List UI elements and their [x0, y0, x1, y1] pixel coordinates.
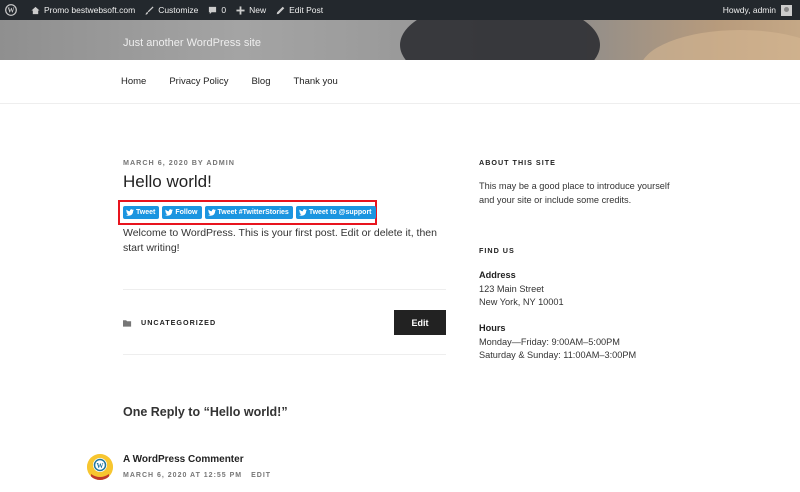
- edit-post-link[interactable]: Edit Post: [271, 0, 328, 20]
- new-label: New: [249, 5, 267, 15]
- comment-author[interactable]: A WordPress Commenter: [123, 454, 244, 465]
- post-by-label: BY: [191, 158, 204, 167]
- divider: [123, 354, 446, 355]
- admin-site-name[interactable]: Promo bestwebsoft.com: [26, 0, 140, 20]
- post-date[interactable]: MARCH 6, 2020: [123, 158, 189, 167]
- tweet-hashtag-button[interactable]: Tweet #TwitterStories: [204, 206, 293, 219]
- address-heading: Address: [479, 270, 516, 280]
- comment-date[interactable]: MARCH 6, 2020 AT 12:55 PM: [123, 472, 242, 479]
- customize-link[interactable]: Customize: [140, 0, 203, 20]
- pencil-icon: [276, 6, 285, 14]
- tweet-to-button[interactable]: Tweet to @support: [295, 206, 376, 219]
- comment-bubble-icon: [209, 6, 217, 14]
- site-tagline: Just another WordPress site: [123, 37, 261, 49]
- site-name-label: Promo bestwebsoft.com: [44, 5, 136, 15]
- follow-label: Follow: [175, 209, 198, 216]
- nav-item-home[interactable]: Home: [121, 76, 146, 87]
- svg-text:W: W: [8, 7, 15, 15]
- home-icon: [31, 6, 40, 14]
- wapuu-icon: W: [87, 454, 113, 480]
- hours-heading: Hours: [479, 323, 506, 333]
- nav-item-thank-you[interactable]: Thank you: [293, 76, 337, 87]
- header-decor-dark: [400, 20, 600, 60]
- tweet-hashtag-label: Tweet #TwitterStories: [217, 209, 289, 216]
- plus-icon: [236, 5, 245, 15]
- twitter-bird-icon: [207, 209, 216, 216]
- twitter-bird-icon: [126, 209, 134, 216]
- commenter-avatar: W: [87, 454, 113, 480]
- comments-link[interactable]: 0: [203, 0, 231, 20]
- admin-bar: W Promo bestwebsoft.com Customize 0 New …: [0, 0, 800, 20]
- post-title: Hello world!: [123, 172, 212, 191]
- howdy-label: Howdy, admin: [722, 5, 776, 15]
- twitter-bird-icon: [298, 209, 307, 216]
- header-decor-light: [640, 30, 800, 60]
- comment-meta: MARCH 6, 2020 AT 12:55 PM EDIT: [123, 472, 271, 479]
- find-us-widget-title: FIND US: [479, 246, 515, 255]
- wordpress-logo-button[interactable]: W: [0, 0, 26, 20]
- comments-title: One Reply to “Hello world!”: [123, 405, 288, 419]
- customize-label: Customize: [158, 5, 199, 15]
- tweet-button[interactable]: Tweet: [123, 206, 160, 219]
- comments-count: 0: [221, 5, 227, 15]
- admin-avatar: [781, 4, 792, 16]
- hours-line-1: Monday—Friday: 9:00AM–5:00PM: [479, 337, 620, 347]
- edit-post-label: Edit Post: [289, 5, 324, 15]
- wordpress-logo-icon: W: [5, 4, 17, 16]
- hours-label: Hours: [479, 322, 679, 336]
- svg-text:W: W: [97, 462, 104, 470]
- twitter-share-buttons: Tweet Follow Tweet #TwitterStories Tweet…: [123, 206, 376, 219]
- address-line-1: 123 Main Street: [479, 284, 544, 294]
- header-image: Just another WordPress site: [0, 20, 800, 60]
- nav-item-blog[interactable]: Blog: [251, 76, 270, 87]
- comment-edit-link[interactable]: EDIT: [251, 472, 271, 479]
- brush-icon: [145, 5, 154, 15]
- tweet-label: Tweet: [136, 209, 156, 216]
- follow-button[interactable]: Follow: [162, 206, 202, 219]
- about-widget-title: ABOUT THIS SITE: [479, 158, 556, 167]
- post-content: Welcome to WordPress. This is your first…: [123, 227, 437, 254]
- post-author[interactable]: ADMIN: [206, 158, 235, 167]
- address-line-2: New York, NY 10001: [479, 297, 564, 307]
- main-navigation: Home Privacy Policy Blog Thank you: [0, 60, 800, 104]
- twitter-bird-icon: [165, 209, 174, 216]
- post-categories: UNCATEGORIZED: [123, 318, 216, 327]
- new-content-link[interactable]: New: [231, 0, 271, 20]
- nav-item-privacy-policy[interactable]: Privacy Policy: [169, 76, 228, 87]
- hours-line-2: Saturday & Sunday: 11:00AM–3:00PM: [479, 350, 637, 360]
- edit-button[interactable]: Edit: [394, 310, 446, 335]
- about-widget-text: This may be a good place to introduce yo…: [479, 181, 670, 205]
- category-link[interactable]: UNCATEGORIZED: [141, 318, 216, 327]
- tweet-to-label: Tweet to @support: [308, 209, 372, 216]
- folder-icon: [123, 319, 132, 327]
- my-account-link[interactable]: Howdy, admin: [722, 4, 800, 16]
- post-meta: MARCH 6, 2020 BY ADMIN: [123, 158, 235, 167]
- divider: [123, 289, 446, 290]
- address-label: Address: [479, 269, 679, 283]
